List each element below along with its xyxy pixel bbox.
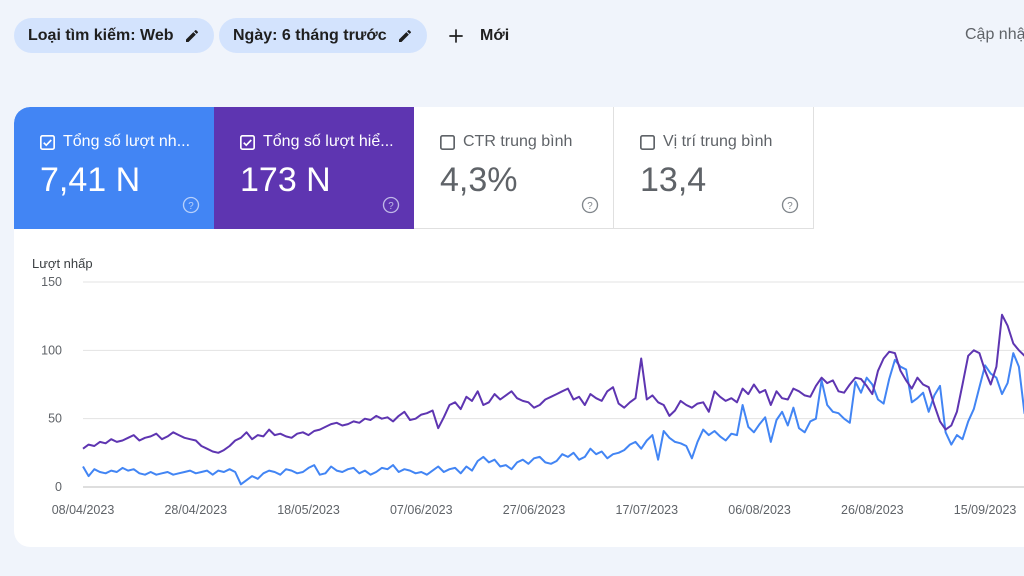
y-tick-label: 150	[41, 275, 62, 289]
y-tick-label: 100	[41, 343, 62, 357]
x-tick-label: 28/04/2023	[164, 503, 227, 517]
x-tick-label: 18/05/2023	[277, 503, 340, 517]
x-tick-label: 06/08/2023	[728, 503, 791, 517]
y-tick-label: 0	[55, 480, 62, 494]
x-tick-label: 27/06/2023	[503, 503, 566, 517]
x-tick-label: 08/04/2023	[52, 503, 115, 517]
series-line-impressions	[82, 313, 1024, 454]
x-tick-label: 07/06/2023	[390, 503, 453, 517]
x-tick-label: 15/09/2023	[954, 503, 1017, 517]
performance-line-chart: 0 50 100 150 08/04/2023 28/04/2023 18/05/2023 0…	[41, 275, 1024, 517]
series-line-clicks	[82, 352, 1024, 486]
y-tick-label: 50	[48, 412, 62, 426]
x-tick-label: 26/08/2023	[841, 503, 904, 517]
x-tick-label: 17/07/2023	[616, 503, 679, 517]
